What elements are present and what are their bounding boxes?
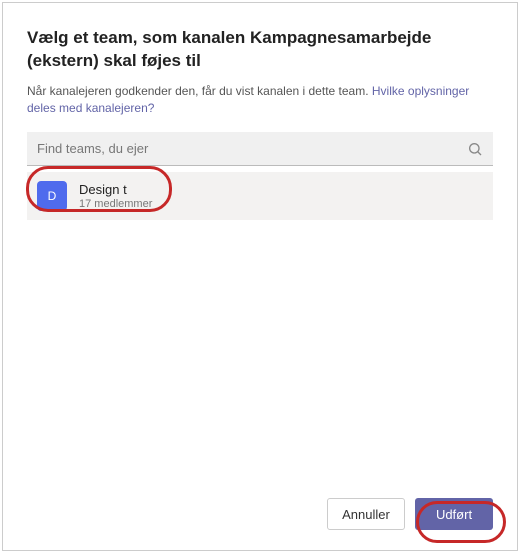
dialog-footer: Annuller Udført — [327, 498, 493, 530]
team-avatar: D — [37, 181, 67, 211]
cancel-button[interactable]: Annuller — [327, 498, 405, 530]
team-text: Design t 17 medlemmer — [79, 182, 152, 211]
dialog-title: Vælg et team, som kanalen Kampagnesamarb… — [27, 27, 493, 73]
select-team-dialog: Vælg et team, som kanalen Kampagnesamarb… — [2, 2, 518, 551]
dialog-subtitle: Når kanalejeren godkender den, får du vi… — [27, 83, 493, 117]
search-input[interactable] — [37, 141, 467, 156]
team-members: 17 medlemmer — [79, 198, 152, 211]
search-icon — [467, 141, 483, 157]
team-row[interactable]: D Design t 17 medlemmer — [27, 172, 493, 220]
subtitle-text: Når kanalejeren godkender den, får du vi… — [27, 84, 372, 98]
team-name: Design t — [79, 182, 152, 198]
done-button[interactable]: Udført — [415, 498, 493, 530]
search-row — [27, 132, 493, 166]
